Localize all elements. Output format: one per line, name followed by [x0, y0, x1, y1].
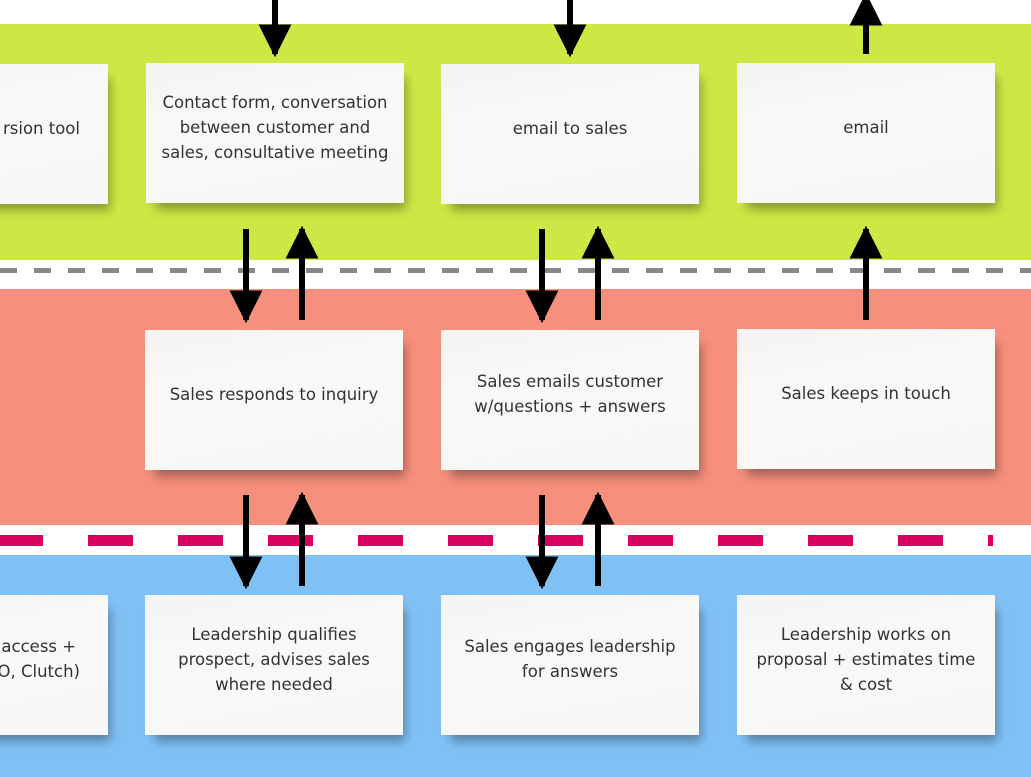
connector-layer [229, 0, 883, 590]
